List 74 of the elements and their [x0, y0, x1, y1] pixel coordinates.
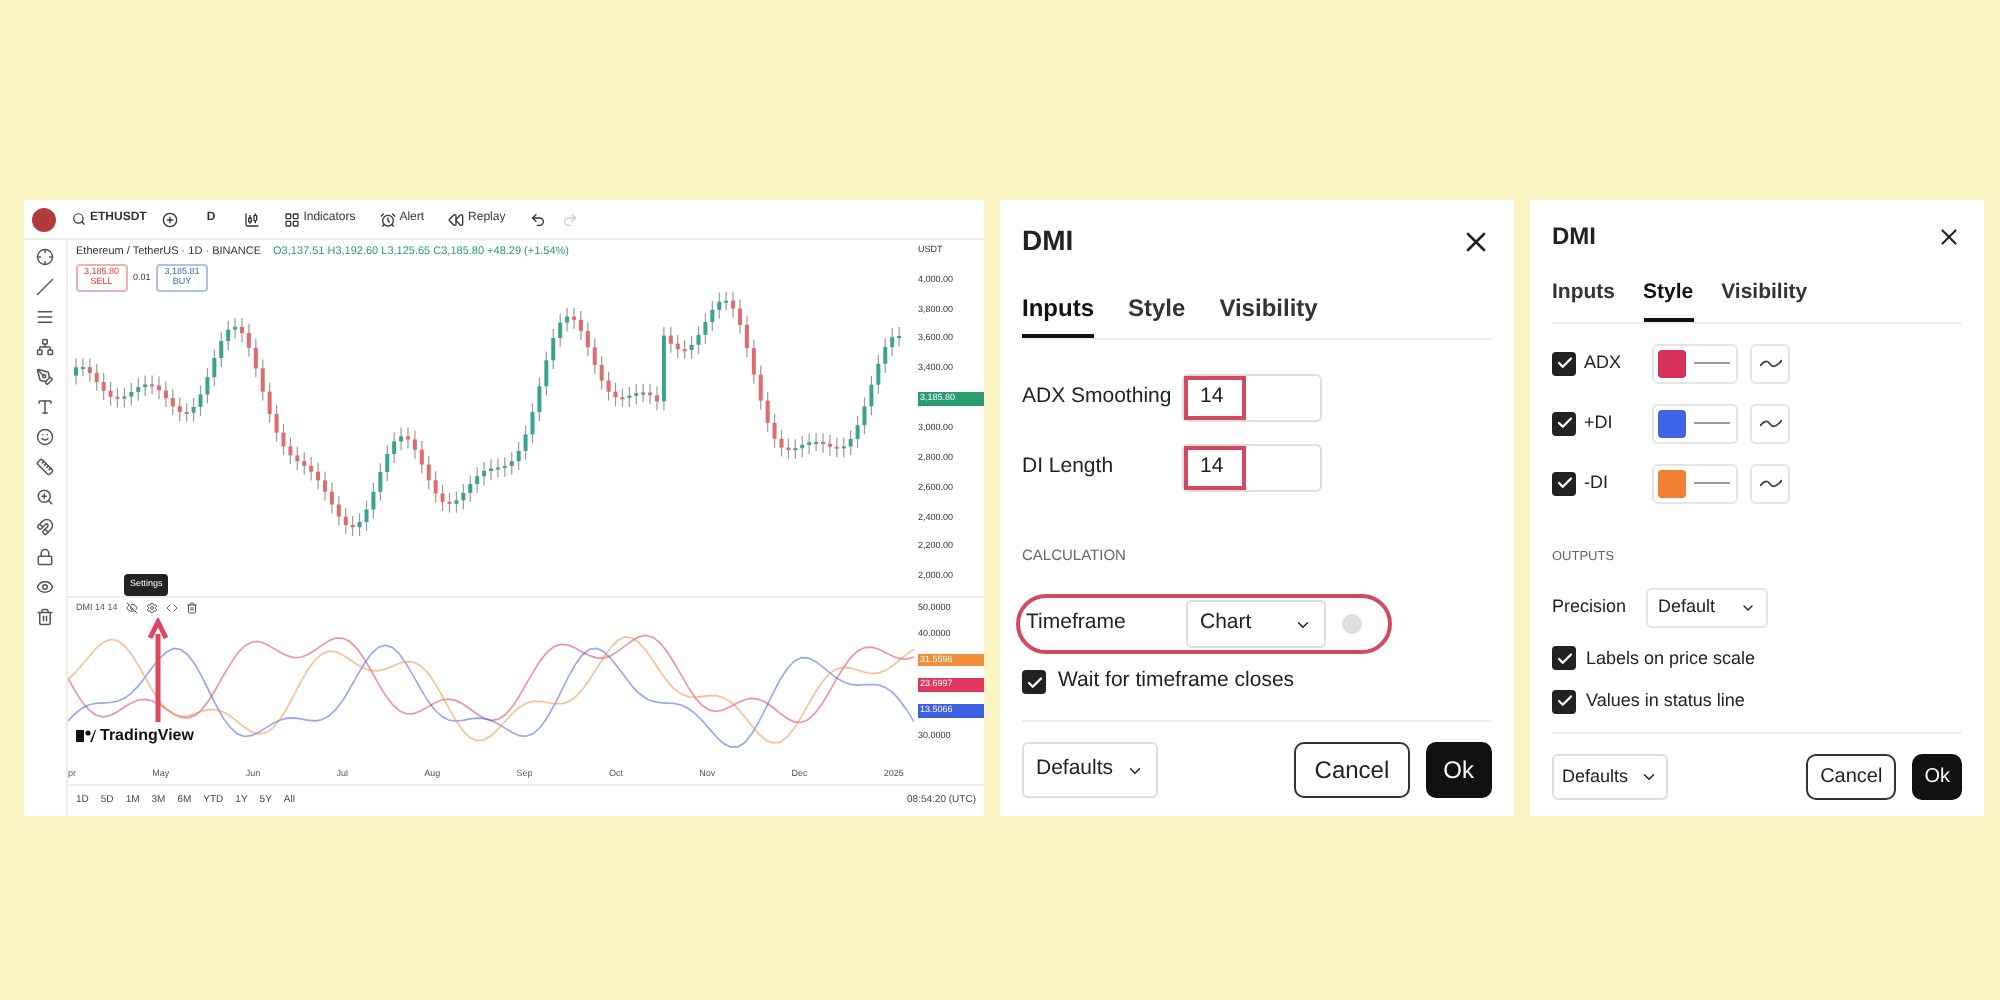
dialog-tab[interactable]: Inputs: [1022, 290, 1094, 338]
dialog-tab[interactable]: Style: [1643, 278, 1694, 322]
indicators-icon: [283, 211, 300, 227]
precision-dropdown[interactable]: Default: [1646, 587, 1768, 627]
eye-icon[interactable]: [125, 602, 138, 614]
magnet-icon[interactable]: [36, 518, 54, 536]
checkbox[interactable]: [1552, 689, 1576, 714]
checkbox[interactable]: [1552, 471, 1576, 496]
line-style-icon: [1694, 482, 1730, 485]
dialog-tab[interactable]: Visibility: [1721, 278, 1808, 322]
trash-icon[interactable]: [185, 602, 198, 614]
avatar-icon[interactable]: [32, 207, 56, 231]
checkbox[interactable]: [1552, 351, 1576, 376]
wave-icon: [1759, 478, 1781, 489]
lock-icon[interactable]: [36, 548, 54, 566]
code-icon[interactable]: [165, 602, 178, 614]
defaults-dropdown[interactable]: Defaults: [1552, 753, 1669, 800]
dialog-tab[interactable]: Inputs: [1552, 278, 1615, 322]
wave-icon: [1759, 358, 1781, 369]
rewind-icon: [448, 211, 465, 227]
pen-icon[interactable]: [36, 368, 54, 386]
close-icon[interactable]: [1936, 223, 1962, 249]
pointer-arrow: [148, 618, 168, 722]
checkbox[interactable]: [1552, 646, 1576, 671]
logo-icon: [76, 730, 96, 742]
timeframe-dropdown[interactable]: Chart: [1186, 600, 1326, 649]
smile-icon[interactable]: [36, 428, 54, 446]
line-style-icon: [1694, 422, 1730, 425]
field-label: Precision: [1552, 593, 1629, 620]
field-label: DI Length: [1022, 452, 1116, 483]
color-picker[interactable]: [1652, 403, 1738, 444]
text-icon[interactable]: [36, 398, 54, 416]
brand-name: TradingView: [100, 724, 194, 748]
trash-icon[interactable]: [36, 608, 54, 626]
number-field[interactable]: 14: [1182, 374, 1322, 422]
plot-type-button[interactable]: [1750, 463, 1790, 504]
ok-button[interactable]: Ok: [1425, 742, 1492, 798]
plot-type-button[interactable]: [1750, 343, 1790, 384]
plot-label: -DI: [1584, 470, 1610, 496]
candles-icon[interactable]: [243, 211, 260, 227]
ok-button[interactable]: Ok: [1912, 753, 1962, 800]
ruler-icon[interactable]: [36, 458, 54, 476]
checkbox-label: Labels on price scale: [1586, 645, 1756, 672]
wave-icon: [1759, 418, 1781, 429]
checkbox[interactable]: [1552, 411, 1576, 436]
color-picker[interactable]: [1652, 463, 1738, 504]
plot-type-button[interactable]: [1750, 403, 1790, 444]
plot-label: +DI: [1584, 410, 1615, 436]
number-field[interactable]: 14: [1182, 444, 1322, 492]
dialog-title: DMI: [1022, 222, 1074, 260]
trend-line-icon[interactable]: [36, 278, 54, 296]
settings-icon[interactable]: [145, 602, 158, 614]
dialog-tab[interactable]: Style: [1128, 290, 1186, 338]
checkbox-label: Wait for timeframe closes: [1058, 666, 1295, 697]
lines-icon[interactable]: [36, 308, 54, 326]
zoom-icon[interactable]: [36, 488, 54, 506]
dialog-tab[interactable]: Visibility: [1219, 290, 1318, 338]
eye-icon[interactable]: [36, 578, 54, 596]
crosshair-icon[interactable]: [36, 248, 54, 266]
alarm-icon: [379, 211, 396, 227]
field-label: Timeframe: [1026, 608, 1128, 639]
line-style-icon: [1694, 362, 1730, 365]
dialog-title: DMI: [1552, 220, 1596, 254]
undo-icon[interactable]: [529, 211, 546, 227]
cancel-button[interactable]: Cancel: [1294, 742, 1410, 798]
defaults-dropdown[interactable]: Defaults: [1022, 742, 1158, 798]
checkbox[interactable]: [1022, 670, 1046, 695]
checkbox-label: Values in status line: [1586, 688, 1745, 714]
cancel-button[interactable]: Cancel: [1806, 753, 1897, 800]
color-picker[interactable]: [1652, 343, 1738, 384]
add-icon[interactable]: [162, 211, 179, 227]
field-label: ADX Smoothing: [1022, 382, 1174, 413]
search-icon: [72, 212, 86, 226]
plot-label: ADX: [1584, 350, 1624, 376]
